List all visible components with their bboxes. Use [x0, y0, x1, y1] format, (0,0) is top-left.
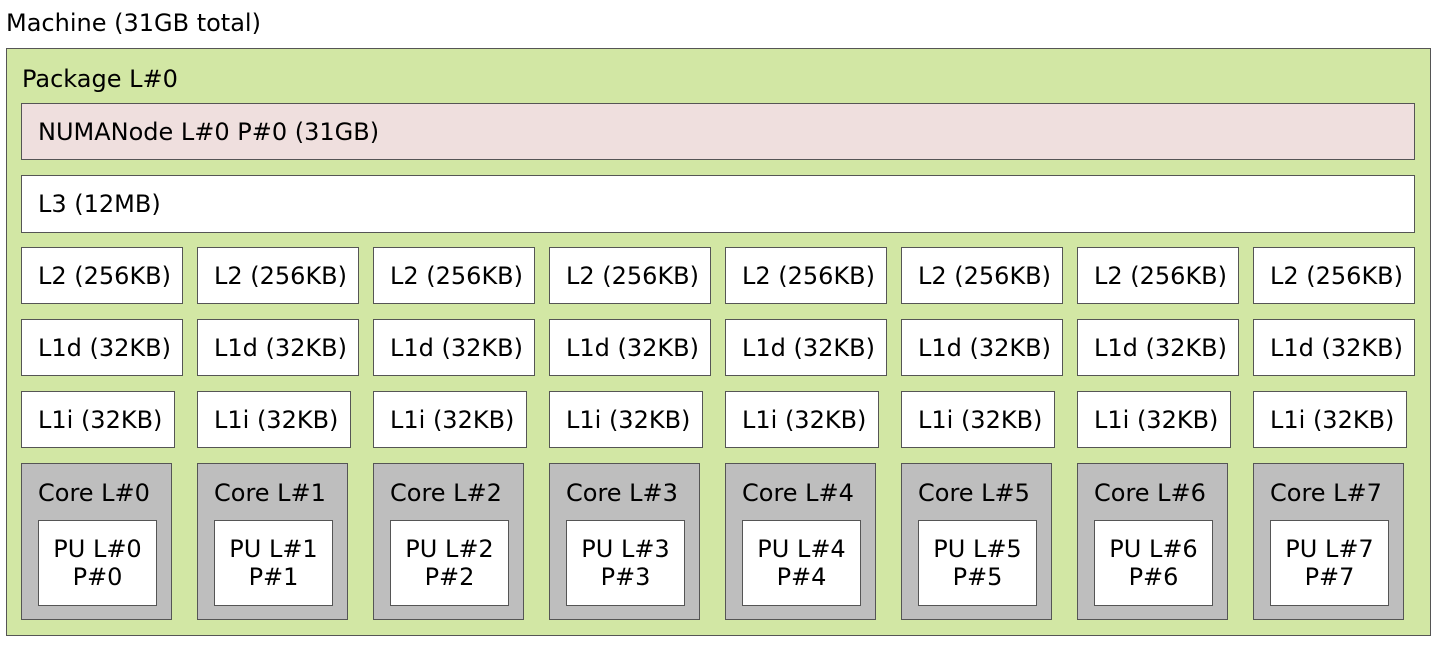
l2-cache-box: L2 (256KB) — [901, 247, 1063, 304]
core-label: Core L#2 — [390, 479, 502, 507]
core-label: Core L#5 — [918, 479, 1030, 507]
l1d-cache-box: L1d (32KB) — [1077, 319, 1239, 376]
l1i-cache-box: L1i (32KB) — [549, 391, 703, 448]
l1i-cache-box: L1i (32KB) — [901, 391, 1055, 448]
l1d-cache-box: L1d (32KB) — [373, 319, 535, 376]
pu-box: PU L#4 P#4 — [742, 520, 861, 606]
core-label: Core L#4 — [742, 479, 854, 507]
l1i-cache-box: L1i (32KB) — [1077, 391, 1231, 448]
pu-label: PU L#0 — [53, 535, 142, 563]
l1i-cache-box: L1i (32KB) — [197, 391, 351, 448]
l1i-cache-box: L1i (32KB) — [1253, 391, 1407, 448]
pu-box: PU L#6 P#6 — [1094, 520, 1213, 606]
pu-box: PU L#5 P#5 — [918, 520, 1037, 606]
l1d-cache-box: L1d (32KB) — [21, 319, 183, 376]
pu-label: PU L#1 — [229, 535, 318, 563]
pu-box: PU L#7 P#7 — [1270, 520, 1389, 606]
pu-physical-index: P#0 — [72, 563, 123, 591]
pu-label: PU L#2 — [405, 535, 494, 563]
pu-box: PU L#0 P#0 — [38, 520, 157, 606]
core-label: Core L#3 — [566, 479, 678, 507]
pu-physical-index: P#5 — [952, 563, 1003, 591]
l2-cache-box: L2 (256KB) — [725, 247, 887, 304]
pu-label: PU L#5 — [933, 535, 1022, 563]
l2-cache-box: L2 (256KB) — [21, 247, 183, 304]
core-box: Core L#7 PU L#7 P#7 — [1253, 463, 1404, 620]
core-label: Core L#0 — [38, 479, 150, 507]
core-box: Core L#6 PU L#6 P#6 — [1077, 463, 1228, 620]
pu-label: PU L#3 — [581, 535, 670, 563]
core-box: Core L#3 PU L#3 P#3 — [549, 463, 700, 620]
l1d-cache-box: L1d (32KB) — [901, 319, 1063, 376]
pu-physical-index: P#1 — [248, 563, 299, 591]
pu-physical-index: P#6 — [1128, 563, 1179, 591]
l2-cache-box: L2 (256KB) — [373, 247, 535, 304]
core-box: Core L#1 PU L#1 P#1 — [197, 463, 348, 620]
pu-box: PU L#1 P#1 — [214, 520, 333, 606]
l1d-cache-box: L1d (32KB) — [725, 319, 887, 376]
l2-cache-box: L2 (256KB) — [1077, 247, 1239, 304]
core-box: Core L#2 PU L#2 P#2 — [373, 463, 524, 620]
core-label: Core L#7 — [1270, 479, 1382, 507]
pu-label: PU L#4 — [757, 535, 846, 563]
l2-cache-box: L2 (256KB) — [197, 247, 359, 304]
l1d-cache-box: L1d (32KB) — [197, 319, 359, 376]
l1i-cache-box: L1i (32KB) — [21, 391, 175, 448]
package-label: Package L#0 — [22, 65, 178, 93]
numa-node-box: NUMANode L#0 P#0 (31GB) — [21, 103, 1415, 160]
pu-box: PU L#3 P#3 — [566, 520, 685, 606]
pu-physical-index: P#7 — [1304, 563, 1355, 591]
pu-label: PU L#7 — [1285, 535, 1374, 563]
machine-label: Machine (31GB total) — [6, 9, 261, 37]
l1d-cache-box: L1d (32KB) — [549, 319, 711, 376]
core-box: Core L#4 PU L#4 P#4 — [725, 463, 876, 620]
l1d-cache-box: L1d (32KB) — [1253, 319, 1415, 376]
pu-box: PU L#2 P#2 — [390, 520, 509, 606]
core-box: Core L#0 PU L#0 P#0 — [21, 463, 172, 620]
pu-physical-index: P#3 — [600, 563, 651, 591]
l1i-cache-box: L1i (32KB) — [725, 391, 879, 448]
core-label: Core L#6 — [1094, 479, 1206, 507]
pu-physical-index: P#4 — [776, 563, 827, 591]
core-label: Core L#1 — [214, 479, 326, 507]
core-box: Core L#5 PU L#5 P#5 — [901, 463, 1052, 620]
pu-physical-index: P#2 — [424, 563, 475, 591]
l3-cache-box: L3 (12MB) — [21, 175, 1415, 233]
l1i-cache-box: L1i (32KB) — [373, 391, 527, 448]
l2-cache-box: L2 (256KB) — [549, 247, 711, 304]
pu-label: PU L#6 — [1109, 535, 1198, 563]
l2-cache-box: L2 (256KB) — [1253, 247, 1415, 304]
